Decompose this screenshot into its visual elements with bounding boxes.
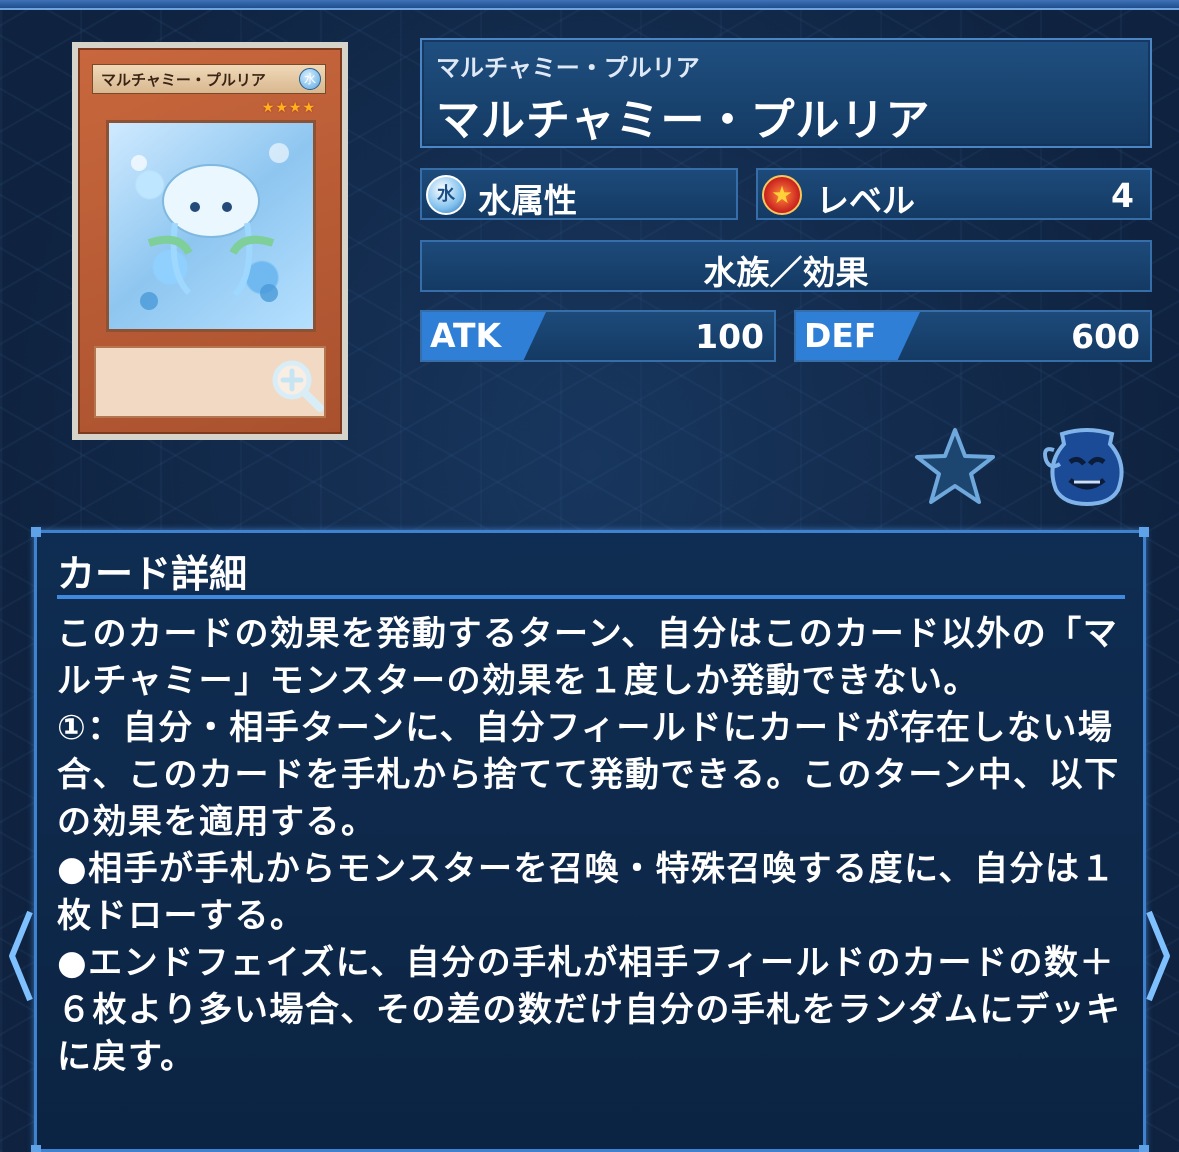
def-value: 600 (1071, 317, 1140, 356)
card-image-name: マルチャミー・プルリア (101, 71, 266, 89)
chevron-right-icon[interactable] (1143, 906, 1173, 1006)
detail-title: カード詳細 (57, 552, 248, 596)
monster-type: 水族／効果 (703, 253, 869, 292)
card-image-attribute: 水 (299, 68, 321, 90)
attribute-label: 水属性 (478, 181, 577, 220)
level-star-icon: ★ (762, 175, 802, 215)
level-value: 4 (1111, 176, 1134, 215)
card-detail-panel[interactable]: カード詳細 このカードの効果を発動するターン、自分はこのカード以外の「マルチャミ… (31, 527, 1149, 1152)
star-icon[interactable] (912, 426, 998, 506)
panel-corner (1139, 1145, 1149, 1152)
pot-icon[interactable] (1040, 424, 1134, 508)
card-name-ruby: マルチャミー・プルリア (436, 54, 700, 82)
chevron-left-icon[interactable] (6, 906, 36, 1006)
level-box: ★ レベル 4 (756, 168, 1152, 220)
card-name: マルチャミー・プルリア (436, 95, 931, 146)
card-image[interactable]: マルチャミー・プルリア 水 ★★★★ (72, 42, 348, 440)
zoom-in-icon[interactable] (268, 356, 328, 416)
def-label: DEF (804, 316, 877, 355)
card-name-panel: マルチャミー・プルリア マルチャミー・プルリア (420, 38, 1152, 148)
atk-value: 100 (695, 317, 764, 356)
card-image-stars: ★★★★ (261, 100, 316, 116)
card-name-bar: マルチャミー・プルリア 水 (92, 64, 326, 94)
water-attribute-icon: 水 (426, 175, 466, 215)
title-divider (57, 595, 1125, 599)
atk-box: ATK 100 (420, 310, 776, 362)
card-effect-text: このカードの効果を発動するターン、自分はこのカード以外の「マルチャミー」モンスタ… (57, 614, 1122, 1077)
attribute-box: 水 水属性 (420, 168, 738, 220)
card-artwork (106, 120, 316, 332)
panel-corner (31, 527, 41, 537)
jellyfish-artwork (131, 143, 289, 310)
panel-corner (31, 1145, 41, 1152)
type-box: 水族／効果 (420, 240, 1152, 292)
atk-label: ATK (430, 316, 502, 355)
card-face: マルチャミー・プルリア 水 ★★★★ (78, 48, 342, 434)
panel-corner (1139, 527, 1149, 537)
top-rule (0, 0, 1179, 10)
def-box: DEF 600 (794, 310, 1152, 362)
level-label: レベル (816, 181, 915, 220)
